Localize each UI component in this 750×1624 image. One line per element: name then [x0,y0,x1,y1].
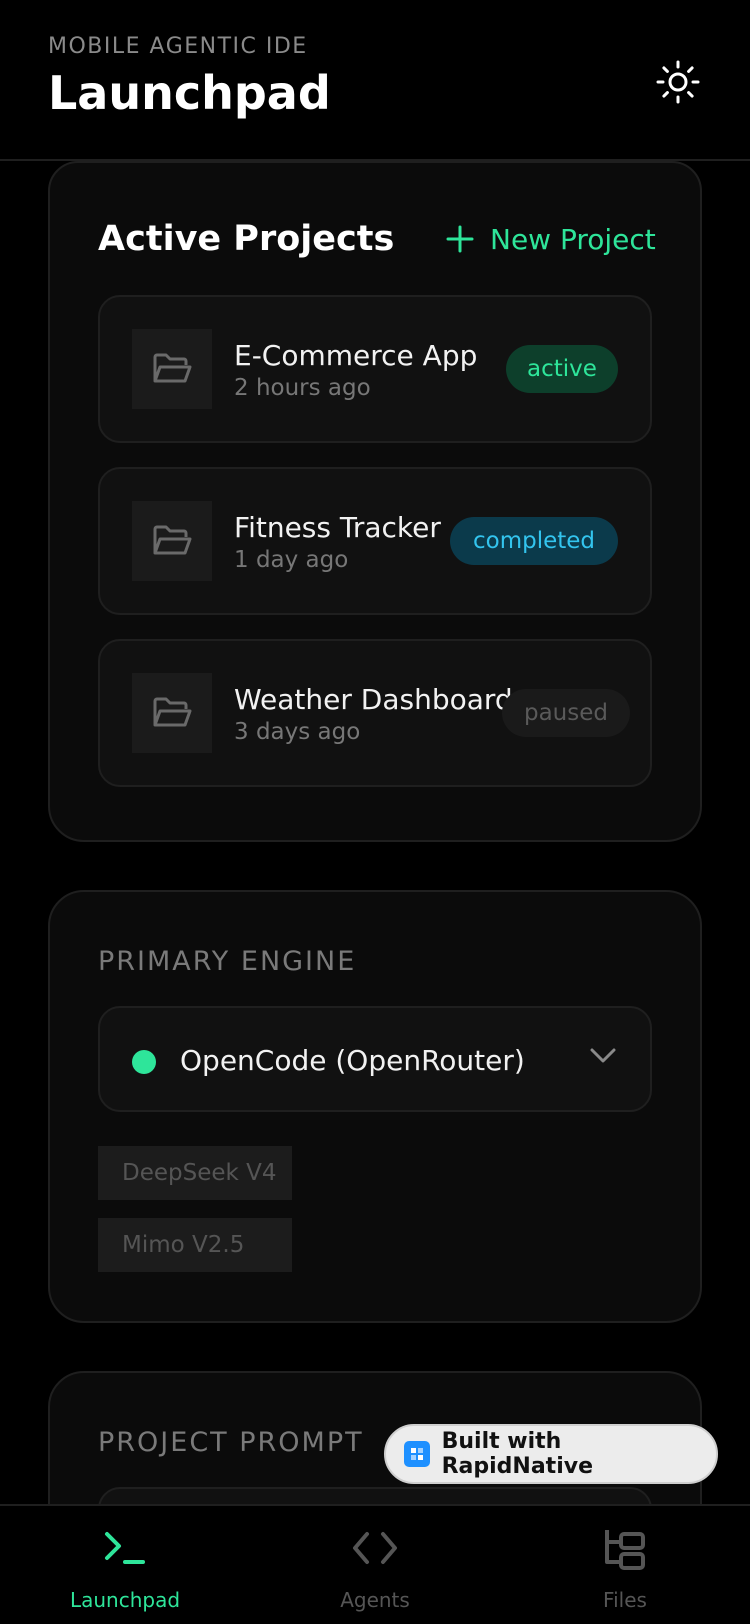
terminal-icon [105,1532,145,1564]
project-item[interactable]: Fitness Tracker 1 day ago completed [98,467,652,615]
model-chip-mimo[interactable]: Mimo V2.5 [98,1218,292,1272]
active-projects-heading: Active Projects [98,219,395,259]
prompt-input[interactable] [98,1487,652,1504]
folder-open-icon [153,525,192,555]
engine-status-dot [132,1050,156,1074]
tab-agents[interactable]: Agents [250,1506,500,1624]
primary-engine-label: PRIMARY ENGINE [98,946,357,977]
project-item[interactable]: E-Commerce App 2 hours ago active [98,295,652,443]
project-icon-box [132,673,212,753]
active-projects-card: Active Projects New Project E-Commerce A… [48,161,702,842]
sun-icon [656,60,700,104]
tab-launchpad[interactable]: Launchpad [0,1506,250,1624]
project-name: Weather Dashboard [234,683,513,716]
app-eyebrow: MOBILE AGENTIC IDE [48,34,308,59]
built-with-badge[interactable]: Built with RapidNative [384,1424,718,1484]
model-chip-deepseek[interactable]: DeepSeek V4 [98,1146,292,1200]
theme-toggle-button[interactable] [648,52,708,112]
folder-open-icon [153,697,192,727]
plus-icon [446,225,474,253]
tab-label: Agents [340,1588,410,1612]
tab-files[interactable]: Files [500,1506,750,1624]
code-brackets-icon [353,1532,397,1564]
tab-label: Launchpad [69,1588,181,1612]
file-tree-icon [605,1530,645,1570]
new-project-button[interactable]: New Project [446,219,656,259]
bottom-tab-bar: Launchpad Agents Files [0,1504,750,1624]
primary-engine-card: PRIMARY ENGINE OpenCode (OpenRouter) Dee… [48,890,702,1323]
app-header: MOBILE AGENTIC IDE Launchpad [0,0,750,161]
folder-open-icon [153,353,192,383]
main-scroll[interactable]: Active Projects New Project E-Commerce A… [0,161,750,1504]
status-badge: active [506,345,618,393]
engine-selected-value: OpenCode (OpenRouter) [180,1044,525,1077]
built-with-text: Built with RapidNative [441,1429,593,1479]
project-item[interactable]: Weather Dashboard 3 days ago paused [98,639,652,787]
page-title: Launchpad [48,66,331,120]
project-prompt-label: PROJECT PROMPT [98,1427,364,1458]
chevron-down-icon [590,1048,616,1063]
new-project-label: New Project [490,222,656,256]
project-name: Fitness Tracker [234,511,441,544]
rapidnative-logo-icon [404,1441,430,1467]
project-time: 2 hours ago [234,375,371,401]
project-icon-box [132,329,212,409]
project-time: 1 day ago [234,547,349,573]
status-badge: paused [502,689,630,737]
project-time: 3 days ago [234,719,361,745]
tab-label: Files [603,1588,647,1612]
engine-select[interactable]: OpenCode (OpenRouter) [98,1006,652,1112]
status-badge: completed [450,517,618,565]
project-name: E-Commerce App [234,339,478,372]
project-icon-box [132,501,212,581]
